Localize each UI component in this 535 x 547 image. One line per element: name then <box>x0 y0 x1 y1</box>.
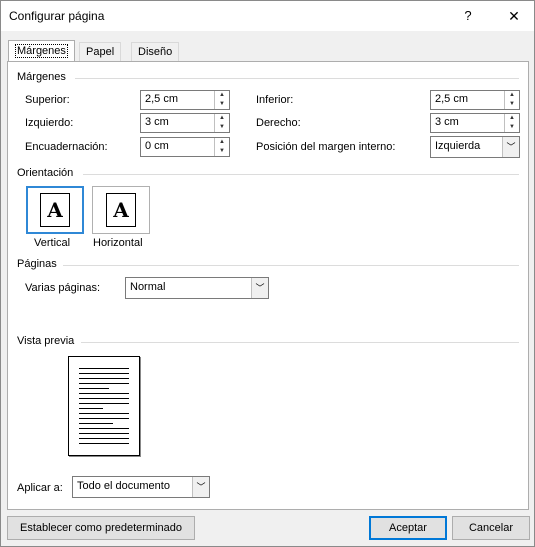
preview-line <box>79 383 129 384</box>
tab-diseno[interactable]: Diseño <box>131 42 180 62</box>
preview-line <box>79 378 129 379</box>
orientation-group-title: Orientación <box>17 167 74 179</box>
gutter-position-select[interactable]: Izquierda ﹀ <box>430 136 520 158</box>
spin-arrows: ▲ ▼ <box>504 91 519 109</box>
preview-line <box>79 368 129 369</box>
bottom-margin-spinner[interactable]: 2,5 cm ▲ ▼ <box>430 90 520 110</box>
triangle-down-icon[interactable]: ▼ <box>215 123 229 132</box>
preview-line <box>79 398 129 399</box>
triangle-up-icon[interactable]: ▲ <box>505 91 519 100</box>
pages-group-title: Páginas <box>17 258 57 270</box>
triangle-up-icon[interactable]: ▲ <box>215 91 229 100</box>
preview-line <box>79 418 129 419</box>
preview-separator <box>81 342 519 343</box>
margins-group-title: Márgenes <box>17 71 66 83</box>
triangle-up-icon[interactable]: ▲ <box>505 114 519 123</box>
apply-to-value: Todo el documento <box>77 480 170 492</box>
portrait-page-icon: A <box>40 193 70 227</box>
preview-line <box>79 433 129 434</box>
dialog-title: Configurar página <box>9 9 105 23</box>
portrait-label: Vertical <box>34 237 71 249</box>
left-margin-label: Izquierdo: <box>25 117 74 129</box>
page-setup-dialog: Configurar página ? ✕ Márgenes Papel Dis… <box>0 0 535 547</box>
gutter-position-label: Posición del margen interno: <box>256 141 396 153</box>
left-margin-value: 3 cm <box>145 116 169 128</box>
top-margin-value: 2,5 cm <box>145 93 179 105</box>
landscape-page-icon: A <box>106 193 136 227</box>
triangle-down-icon[interactable]: ▼ <box>505 123 519 132</box>
preview-line <box>79 428 129 429</box>
preview-line <box>79 423 113 424</box>
landscape-option[interactable]: A <box>92 186 150 234</box>
close-button[interactable]: ✕ <box>496 1 532 31</box>
ok-button[interactable]: Aceptar <box>369 516 447 540</box>
preview-line <box>79 393 129 394</box>
margins-separator <box>75 78 519 79</box>
right-margin-label: Derecho: <box>256 117 301 129</box>
gutter-value: 0 cm <box>145 140 169 152</box>
preview-line <box>79 373 129 374</box>
apply-to-select[interactable]: Todo el documento ﹀ <box>72 476 210 498</box>
multiple-pages-label: Varias páginas: <box>25 282 101 294</box>
help-button[interactable]: ? <box>453 1 483 31</box>
spin-arrows: ▲ ▼ <box>504 114 519 132</box>
set-default-button[interactable]: Establecer como predeterminado <box>7 516 195 540</box>
chevron-down-icon[interactable]: ﹀ <box>192 477 209 497</box>
title-bar: Configurar página ? ✕ <box>1 1 534 31</box>
bottom-margin-value: 2,5 cm <box>435 93 469 105</box>
preview-group-title: Vista previa <box>17 335 75 347</box>
gutter-spinner[interactable]: 0 cm ▲ ▼ <box>140 137 230 157</box>
left-margin-spinner[interactable]: 3 cm ▲ ▼ <box>140 113 230 133</box>
page-preview <box>68 356 140 456</box>
pages-separator <box>63 265 519 266</box>
tab-margenes-label: Márgenes <box>15 44 68 58</box>
bottom-margin-label: Inferior: <box>256 94 294 106</box>
multiple-pages-select[interactable]: Normal ﹀ <box>125 277 269 299</box>
preview-line <box>79 388 109 389</box>
spin-arrows: ▲ ▼ <box>214 91 229 109</box>
top-margin-label: Superior: <box>25 94 70 106</box>
chevron-down-icon[interactable]: ﹀ <box>251 278 268 298</box>
preview-line <box>79 438 129 439</box>
spin-arrows: ▲ ▼ <box>214 138 229 156</box>
multiple-pages-value: Normal <box>130 281 166 293</box>
triangle-down-icon[interactable]: ▼ <box>215 100 229 109</box>
spin-arrows: ▲ ▼ <box>214 114 229 132</box>
gutter-position-value: Izquierda <box>435 140 481 152</box>
portrait-option[interactable]: A <box>26 186 84 234</box>
right-margin-value: 3 cm <box>435 116 459 128</box>
orientation-separator <box>83 174 519 175</box>
apply-to-label: Aplicar a: <box>17 482 63 494</box>
cancel-button[interactable]: Cancelar <box>452 516 530 540</box>
preview-line <box>79 413 129 414</box>
right-margin-spinner[interactable]: 3 cm ▲ ▼ <box>430 113 520 133</box>
triangle-down-icon[interactable]: ▼ <box>215 147 229 156</box>
chevron-down-icon[interactable]: ﹀ <box>502 137 519 157</box>
preview-line <box>79 403 129 404</box>
gutter-label: Encuadernación: <box>25 141 108 153</box>
preview-line <box>79 443 129 444</box>
tab-papel[interactable]: Papel <box>79 42 122 62</box>
triangle-up-icon[interactable]: ▲ <box>215 138 229 147</box>
top-margin-spinner[interactable]: 2,5 cm ▲ ▼ <box>140 90 230 110</box>
tab-margenes[interactable]: Márgenes <box>8 40 75 62</box>
preview-line <box>79 408 103 409</box>
landscape-label: Horizontal <box>93 237 143 249</box>
triangle-down-icon[interactable]: ▼ <box>505 100 519 109</box>
triangle-up-icon[interactable]: ▲ <box>215 114 229 123</box>
